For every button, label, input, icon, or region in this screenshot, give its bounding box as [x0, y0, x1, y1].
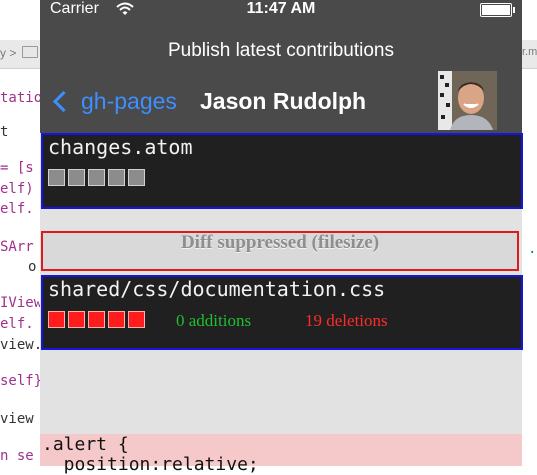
diff-stat-blocks [48, 169, 148, 186]
code-fragment: t [0, 124, 9, 140]
file-diff-row[interactable]: shared/css/documentation.css 0 additions… [41, 275, 523, 350]
avatar[interactable] [438, 71, 497, 130]
status-time: 11:47 AM [246, 0, 316, 17]
chevron-left-icon [52, 90, 75, 112]
back-button[interactable]: gh-pages [52, 86, 177, 116]
file-name: changes.atom [48, 135, 193, 159]
code-fragment: self} [0, 373, 43, 389]
battery-icon [480, 3, 515, 17]
diff-block-neutral [68, 169, 85, 186]
ios-simulator-screen: Carrier 11:47 AM Publish latest contribu… [40, 0, 523, 475]
diff-block-deletion [128, 311, 145, 328]
code-fragment: = [s [0, 160, 34, 176]
diff-suppressed-notice: Diff suppressed (filesize) [41, 231, 519, 271]
diff-stat-blocks [48, 311, 148, 328]
diff-block-neutral [128, 169, 145, 186]
code-fragment: SArr [0, 239, 34, 255]
path-fragment: y > [0, 46, 17, 60]
code-fragment: o [28, 259, 37, 275]
nav-title: Jason Rudolph [200, 88, 367, 114]
diff-block-deletion [68, 311, 85, 328]
additions-count: 0 additions [176, 311, 252, 330]
deletions-count: 19 deletions [305, 311, 388, 330]
code-fragment: elf. [0, 201, 34, 217]
code-fragment: elf) [0, 181, 34, 197]
code-fragment: n se [0, 448, 34, 464]
back-button-label: gh-pages [81, 87, 177, 114]
diff-code-preview: .alert { position:relative; [40, 434, 522, 475]
file-name: shared/css/documentation.css [48, 277, 386, 301]
editor-path-right: r.m [522, 46, 537, 58]
code-fragment: view [0, 411, 34, 427]
file-diff-row[interactable]: changes.atom [41, 133, 523, 209]
editor-path: y > [0, 46, 40, 60]
diff-block-neutral [88, 169, 105, 186]
nav-subtitle: Publish latest contributions [167, 40, 394, 61]
avatar-photo [438, 71, 497, 130]
folder-icon [22, 46, 39, 58]
navigation-bar: Publish latest contributions gh-pages Ja… [40, 20, 522, 133]
diff-block-neutral [108, 169, 125, 186]
code-line: .alert { [42, 434, 129, 455]
diff-block-neutral [48, 169, 65, 186]
code-fragment: view. [0, 337, 43, 353]
code-fragment: tatio [0, 90, 43, 106]
code-line: position:relative; [42, 454, 259, 475]
code-fragment: IView [0, 295, 43, 311]
code-fragment: elf. [0, 316, 34, 332]
status-bar: Carrier 11:47 AM [40, 0, 522, 20]
code-fragment: .c [528, 241, 537, 257]
diff-block-deletion [88, 311, 105, 328]
diff-block-deletion [108, 311, 125, 328]
diff-block-deletion [48, 311, 65, 328]
